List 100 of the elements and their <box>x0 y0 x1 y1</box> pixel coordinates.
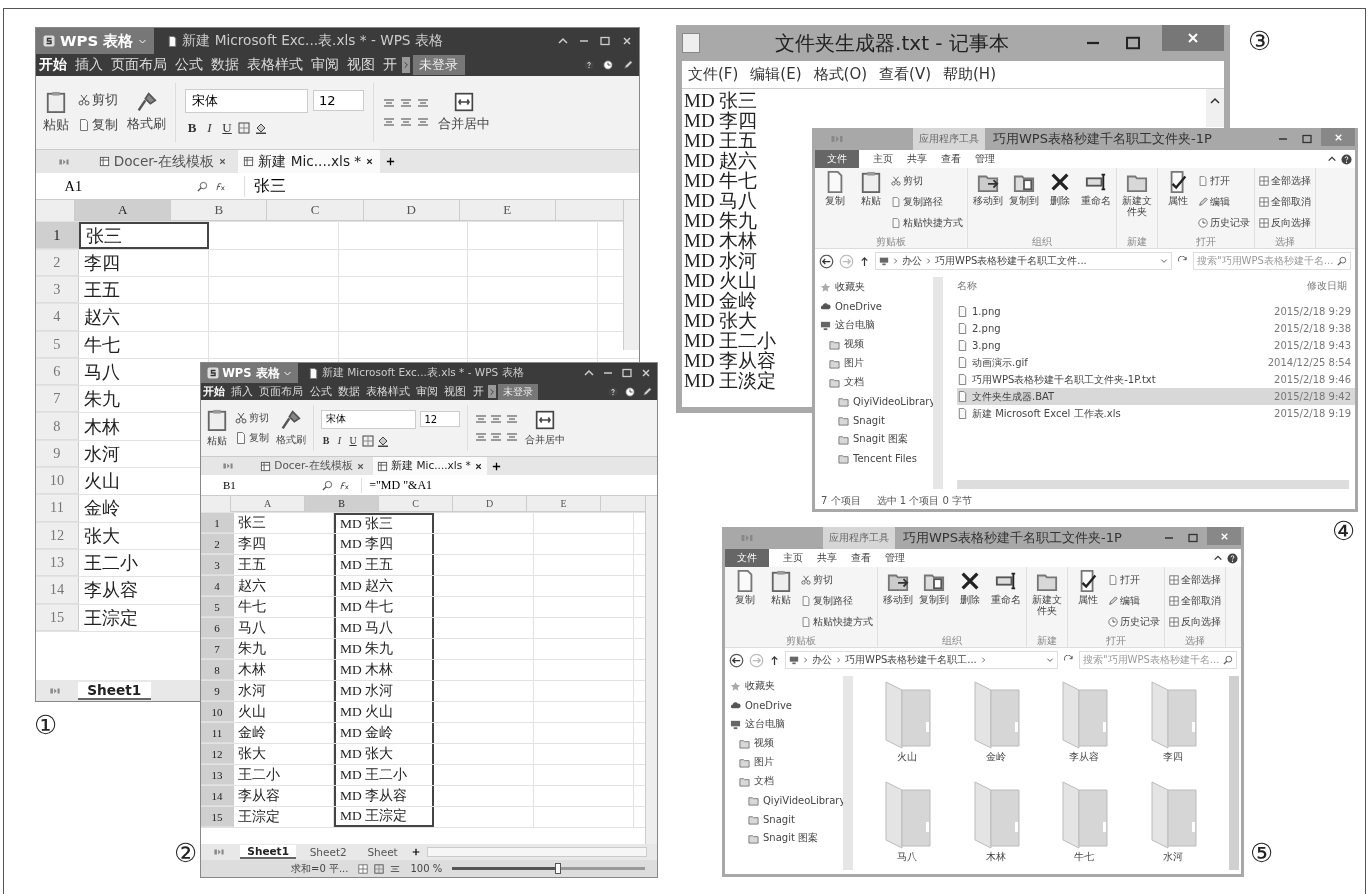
merge-center-button[interactable]: 合并居中 <box>437 91 490 134</box>
nav-item[interactable]: 视频 <box>725 735 843 751</box>
skin-icon[interactable] <box>642 386 652 397</box>
column-header[interactable]: B <box>305 496 379 512</box>
menu-tab[interactable]: 公式 <box>172 56 206 75</box>
login-button[interactable]: 未登录 <box>497 383 538 400</box>
add-sheet-icon[interactable] <box>411 847 422 857</box>
nav-item[interactable]: 文档 <box>815 374 933 390</box>
format-painter-button[interactable]: 格式刷 <box>127 91 167 134</box>
paste-button[interactable]: 粘贴 <box>206 408 228 448</box>
zoom-icon[interactable] <box>322 479 333 491</box>
row-number[interactable]: 11 <box>201 723 234 743</box>
breadcrumb[interactable]: 办公 <box>902 254 922 268</box>
folder-item[interactable]: 火山 <box>863 678 952 774</box>
row-number[interactable]: 5 <box>36 331 79 358</box>
ribbon-tab[interactable]: 共享 <box>817 551 837 565</box>
document-tab[interactable]: Docer-在线模板 <box>256 457 369 475</box>
ribbon-button[interactable]: 编辑 <box>1198 192 1250 211</box>
history-icon[interactable] <box>625 386 635 397</box>
format-button[interactable]: I <box>334 435 345 446</box>
menu-tab[interactable]: 页面布局 <box>257 384 306 399</box>
row-number[interactable]: 10 <box>201 702 234 722</box>
file-row[interactable]: 新建 Microsoft Excel 工作表.xls 2015/2/18 9:19 <box>957 405 1355 422</box>
format-button[interactable]: U <box>348 435 358 446</box>
folder-item[interactable]: 金岭 <box>951 678 1040 774</box>
document-tab[interactable]: 新建 Mic....xls * <box>372 457 488 475</box>
column-header[interactable]: A <box>231 496 305 512</box>
scrollbar[interactable] <box>645 496 657 844</box>
ribbon-button[interactable]: 全部取消 <box>1259 192 1311 211</box>
ribbon-button[interactable]: 复制路径 <box>891 192 963 211</box>
ribbon-button[interactable]: 复制到 <box>1008 171 1040 233</box>
scrollbar[interactable] <box>427 847 647 857</box>
ribbon-button[interactable]: 粘贴 <box>765 570 797 632</box>
ribbon-button[interactable]: 全部选择 <box>1169 570 1221 589</box>
column-header[interactable]: E <box>459 200 556 222</box>
close-icon[interactable] <box>218 157 228 167</box>
menu-tab[interactable]: 开 <box>380 56 400 75</box>
folder-item[interactable]: 李从容 <box>1040 678 1129 774</box>
menu-tab[interactable]: 页面布局 <box>108 56 170 75</box>
row-number[interactable]: 4 <box>36 304 79 331</box>
row-number[interactable]: 11 <box>36 495 79 522</box>
ribbon-button[interactable]: 删除 <box>954 570 986 632</box>
nav-item[interactable]: QiyiVideoLibrary <box>815 393 933 409</box>
sheet-tab[interactable]: Sheet1 <box>240 845 297 859</box>
scrollbar[interactable] <box>1229 676 1239 870</box>
nav-item[interactable]: QiyiVideoLibrary <box>725 792 843 808</box>
ribbon-button[interactable]: 全部取消 <box>1169 591 1221 610</box>
ribbon-button[interactable]: 剪切 <box>891 171 963 190</box>
font-dropdown[interactable]: 宋体 <box>321 409 416 429</box>
ribbon-button[interactable]: 新建文件夹 <box>1031 570 1063 632</box>
ribbon-tab[interactable]: 主页 <box>783 551 803 565</box>
dropdown-icon[interactable] <box>1046 656 1054 664</box>
ribbon-button[interactable]: 移动到 <box>972 171 1004 233</box>
skin-icon[interactable] <box>622 60 633 71</box>
nav-item[interactable]: 这台电脑 <box>725 716 843 732</box>
row-number[interactable]: 13 <box>36 549 79 577</box>
column-header[interactable]: C <box>267 200 364 222</box>
fill-color-icon[interactable] <box>254 122 267 135</box>
ribbon-button[interactable]: 重命名 <box>1080 171 1112 233</box>
page-break-icon[interactable] <box>390 863 401 874</box>
menu-tab[interactable]: 审阅 <box>308 56 342 75</box>
row-number[interactable]: 2 <box>201 534 234 554</box>
menu-tab[interactable]: 公式 <box>307 384 334 399</box>
ribbon-button[interactable]: 属性 <box>1072 570 1104 632</box>
ribbon-button[interactable]: 反向选择 <box>1169 612 1221 631</box>
ribbon-button[interactable]: 删除 <box>1044 171 1076 233</box>
maximize-icon[interactable] <box>1187 532 1199 544</box>
format-button[interactable]: U <box>220 120 234 137</box>
column-header[interactable]: D <box>453 496 527 512</box>
row-number[interactable]: 8 <box>201 660 234 680</box>
add-tab-icon[interactable] <box>384 156 396 168</box>
column-header[interactable]: 名称 <box>957 279 977 293</box>
ribbon-tab[interactable]: 查看 <box>851 551 871 565</box>
scrollbar[interactable] <box>843 676 853 870</box>
row-number[interactable]: 10 <box>36 468 79 495</box>
fill-color-icon[interactable] <box>377 434 389 447</box>
menu-item[interactable]: 文件(F) <box>688 65 739 84</box>
zoom-icon[interactable] <box>196 180 208 192</box>
menu-tab[interactable]: 插入 <box>72 56 106 75</box>
up-icon[interactable] <box>859 255 870 267</box>
ribbon-button[interactable]: 粘贴 <box>855 171 887 233</box>
menu-tab[interactable]: 视图 <box>442 384 469 399</box>
format-button[interactable]: I <box>203 120 216 137</box>
row-number[interactable]: 1 <box>36 222 79 249</box>
nav-item[interactable]: 视频 <box>815 336 933 352</box>
menu-item[interactable]: 帮助(H) <box>943 65 996 84</box>
app-menu-button[interactable]: WPS 表格 <box>36 28 155 54</box>
ribbon-button[interactable]: 粘贴快捷方式 <box>801 612 873 631</box>
nav-item[interactable]: 这台电脑 <box>815 317 933 333</box>
dropdown-icon[interactable] <box>1160 257 1168 265</box>
font-size-dropdown[interactable]: 12 <box>312 90 365 112</box>
close-icon[interactable] <box>640 367 652 379</box>
row-number[interactable]: 4 <box>201 576 234 596</box>
nav-item[interactable]: 图片 <box>815 355 933 371</box>
folder-item[interactable]: 牛七 <box>1040 778 1129 874</box>
row-number[interactable]: 7 <box>201 639 234 659</box>
cut-button[interactable]: 剪切 <box>77 90 119 109</box>
file-tab[interactable]: 文件 <box>725 549 769 567</box>
help-icon[interactable] <box>584 60 595 71</box>
formula-field[interactable]: ="MD "&A1 <box>361 477 657 493</box>
